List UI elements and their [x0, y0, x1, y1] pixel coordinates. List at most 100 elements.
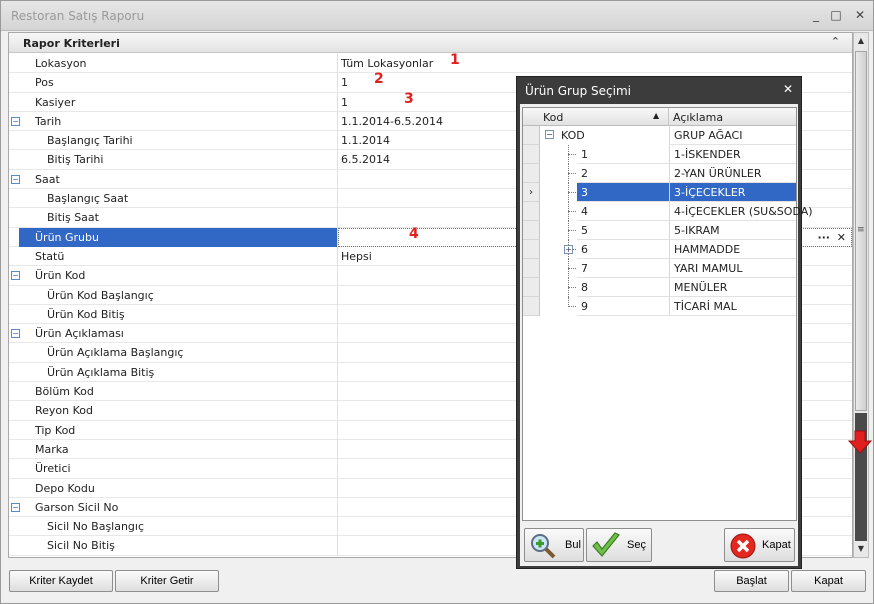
expand-icon[interactable]: + [564, 245, 573, 254]
tree-line [568, 306, 576, 307]
criteria-row[interactable]: Lokasyon Tüm Lokasyonlar 1 [9, 52, 852, 74]
select-button[interactable]: Seç [586, 528, 652, 562]
annotation-marker: 4 [409, 225, 419, 242]
criteria-label: Ürün Kod Bitiş [47, 307, 125, 321]
criteria-value[interactable]: 1 [341, 73, 348, 92]
column-divider [337, 54, 338, 73]
row-indicator [523, 240, 540, 259]
row-indicator [523, 202, 540, 221]
start-button[interactable]: Başlat [714, 570, 789, 592]
criteria-label: Sicil No Bitiş [47, 539, 115, 553]
dialog-body: Kod ▲ Açıklama − KOD GRUP AĞACI 1 1-İSKENDER… [520, 104, 813, 566]
tree-row[interactable]: 8 MENÜLER [523, 278, 796, 297]
column-divider [337, 131, 338, 151]
ellipsis-button[interactable]: ··· [817, 228, 830, 247]
select-button-label: Seç [627, 539, 646, 551]
criteria-label: Marka [35, 442, 69, 456]
tree-row[interactable]: 1 1-İSKENDER [523, 145, 796, 164]
column-divider [337, 382, 338, 402]
criteria-value[interactable]: 1.1.2014-6.5.2014 [341, 112, 443, 131]
collapse-icon[interactable]: ⌃ [831, 35, 840, 48]
criteria-label: Ürün Kod Başlangıç [47, 288, 154, 302]
criteria-label: Garson Sicil No [35, 500, 119, 514]
annotation-marker: 3 [404, 90, 414, 107]
tree-code: 7 [581, 262, 588, 275]
maximize-icon[interactable]: □ [827, 6, 845, 24]
tree-code-cell [577, 259, 669, 278]
save-criteria-button[interactable]: Kriter Kaydet [9, 570, 113, 592]
tree-row[interactable]: 5 5-IKRAM [523, 221, 796, 240]
load-criteria-button[interactable]: Kriter Getir [115, 570, 219, 592]
criteria-label: Ürün Açıklama Bitiş [47, 365, 155, 379]
column-divider [337, 92, 338, 112]
criteria-value[interactable]: Hepsi [341, 247, 372, 266]
tree-row-root[interactable]: − KOD GRUP AĞACI [523, 126, 796, 145]
tree-row[interactable]: › 3 3-İÇECEKLER [523, 183, 796, 202]
tree-row[interactable]: 4 4-İÇECEKLER (SU&SODA) [523, 202, 813, 221]
vertical-scrollbar[interactable]: ▲ ≡ ▼ [853, 32, 869, 558]
annotation-marker: 1 [450, 52, 460, 68]
column-divider[interactable] [668, 108, 669, 126]
column-divider [337, 73, 338, 93]
criteria-value[interactable]: Tüm Lokasyonlar [341, 54, 433, 73]
close-icon[interactable]: ✕ [851, 6, 869, 24]
row-indicator [523, 126, 540, 145]
annotation-marker: 2 [374, 71, 384, 88]
tree-row[interactable]: 2 2-YAN ÜRÜNLER [523, 164, 796, 183]
criteria-label: Saat [35, 172, 60, 186]
dialog-close-button-label: Kapat [762, 539, 791, 551]
clear-icon[interactable]: ✕ [837, 228, 846, 247]
scroll-up-icon[interactable]: ▲ [855, 34, 867, 48]
column-header-description[interactable]: Açıklama [673, 111, 723, 124]
tree-code: 1 [581, 148, 588, 161]
red-down-arrow-icon [847, 430, 873, 454]
column-header-code[interactable]: Kod [543, 111, 563, 124]
row-indicator [523, 278, 540, 297]
column-divider [337, 439, 338, 459]
tree-code: 4 [581, 205, 588, 218]
grip-icon: ≡ [857, 225, 865, 235]
tree-code: 8 [581, 281, 588, 294]
product-group-dialog: Ürün Grup Seçimi ✕ Kod ▲ Açıklama − KOD GR… [516, 76, 813, 569]
tree-description: 3-İÇECEKLER [669, 183, 796, 202]
tree-row[interactable]: 9 TİCARİ MAL [523, 297, 796, 316]
column-divider [337, 343, 338, 363]
tree-row[interactable]: 7 YARI MAMUL [523, 259, 796, 278]
find-button[interactable]: Bul [524, 528, 584, 562]
tree-description: 1-İSKENDER [669, 145, 796, 164]
tree-header: Kod ▲ Açıklama [523, 108, 796, 126]
criteria-label: Ürün Grubu [19, 227, 337, 247]
column-divider [337, 324, 338, 344]
tree-description: 4-İÇECEKLER (SU&SODA) [669, 202, 813, 221]
criteria-value[interactable]: 1 [341, 93, 348, 112]
title-bar: Restoran Satış Raporu _ □ ✕ [1, 1, 873, 31]
column-divider [337, 517, 338, 537]
dialog-close-button[interactable]: Kapat [724, 528, 795, 562]
tree-description: 2-YAN ÜRÜNLER [669, 164, 796, 183]
row-indicator [523, 145, 540, 164]
collapse-icon[interactable]: − [545, 130, 554, 139]
tree-description: HAMMADDE [669, 240, 796, 259]
dialog-close-icon[interactable]: ✕ [783, 82, 793, 96]
column-divider [337, 497, 338, 517]
tree-row[interactable]: +6 HAMMADDE [523, 240, 796, 259]
row-indicator [523, 259, 540, 278]
red-x-icon [730, 533, 756, 559]
criteria-label: Lokasyon [35, 57, 87, 70]
criteria-label: Ürün Kod [35, 269, 86, 283]
criteria-label: Tarih [35, 114, 62, 128]
column-divider [337, 208, 338, 228]
property-grid-header[interactable]: Rapor Kriterleri ⌃ [9, 33, 852, 53]
row-indicator [523, 164, 540, 183]
criteria-value[interactable]: 6.5.2014 [341, 150, 390, 169]
magnifier-plus-icon [531, 534, 556, 559]
main-window: Restoran Satış Raporu _ □ ✕ Rapor Kriter… [0, 0, 874, 604]
minimize-icon[interactable]: _ [807, 6, 825, 24]
close-button[interactable]: Kapat [791, 570, 866, 592]
scroll-down-icon[interactable]: ▼ [855, 542, 867, 556]
column-divider [337, 285, 338, 305]
tree-description: TİCARİ MAL [669, 297, 796, 316]
criteria-label: Başlangıç Saat [47, 192, 129, 206]
criteria-value[interactable]: 1.1.2014 [341, 131, 390, 150]
tree-description: GRUP AĞACI [669, 126, 796, 145]
